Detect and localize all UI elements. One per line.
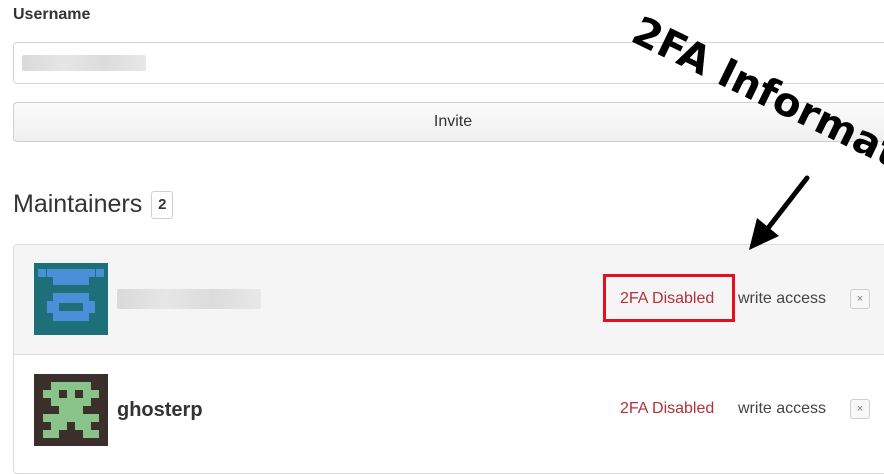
- maintainers-count-badge: 2: [151, 190, 174, 219]
- annotation-arrow-icon: [749, 175, 810, 250]
- maintainers-title: Maintainers: [13, 190, 143, 218]
- tfa-highlight-box: [603, 274, 735, 322]
- maintainer-row: ghosterp 2FA Disabled write access ×: [14, 355, 884, 465]
- maintainer-row: 2FA Disabled write access ×: [14, 245, 884, 355]
- remove-maintainer-button[interactable]: ×: [850, 289, 870, 309]
- access-level-label: write access: [738, 290, 827, 307]
- maintainer-name[interactable]: ghosterp: [117, 399, 203, 422]
- maintainers-heading: Maintainers 2: [13, 190, 174, 219]
- maintainer-avatar[interactable]: [34, 374, 108, 446]
- username-label: Username: [13, 6, 91, 23]
- tfa-status-label: 2FA Disabled: [620, 400, 715, 417]
- redacted-maintainer-name: [117, 289, 261, 309]
- remove-maintainer-button[interactable]: ×: [850, 399, 870, 419]
- maintainers-list: 2FA Disabled write access × ghosterp 2FA…: [13, 244, 884, 474]
- access-level-label: write access: [738, 400, 827, 417]
- redacted-username-value: [22, 55, 146, 71]
- maintainer-avatar[interactable]: [34, 263, 108, 335]
